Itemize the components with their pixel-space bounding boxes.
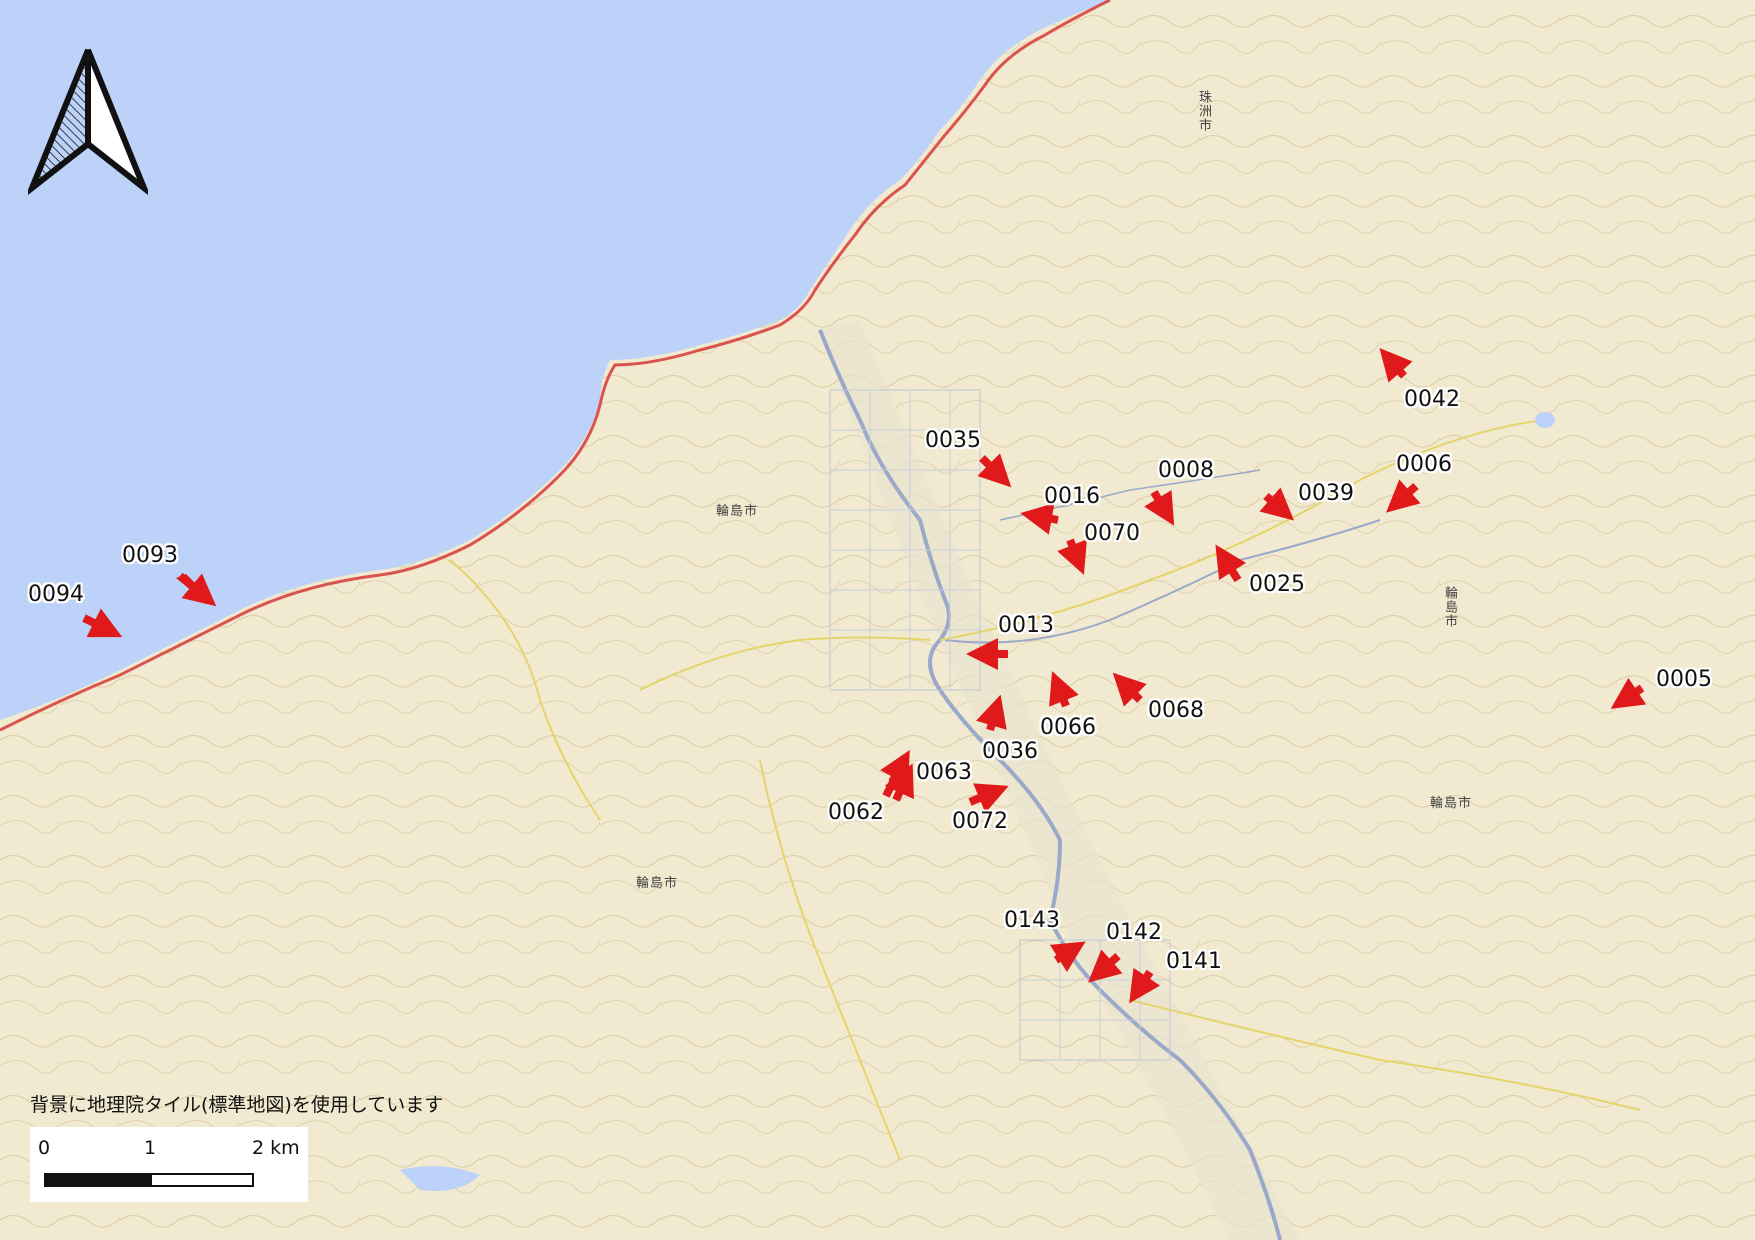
scale-segment-filled xyxy=(44,1173,150,1187)
scale-segment-empty xyxy=(150,1173,254,1187)
photo-label-0143: 0143 xyxy=(1004,908,1060,933)
place-label-suzu: 珠洲市 xyxy=(1196,90,1211,132)
scale-bar: 0 1 2 km xyxy=(30,1127,308,1202)
photo-label-0070: 0070 xyxy=(1084,521,1140,546)
photo-label-0008: 0008 xyxy=(1158,458,1214,483)
photo-label-0063: 0063 xyxy=(916,760,972,785)
photo-label-0035: 0035 xyxy=(925,428,981,453)
photo-label-0094: 0094 xyxy=(28,582,84,607)
photo-marker-0016 xyxy=(1020,503,1059,535)
photo-label-0093: 0093 xyxy=(122,543,178,568)
photo-label-0013: 0013 xyxy=(998,613,1054,638)
photo-label-0042: 0042 xyxy=(1404,387,1460,412)
photo-label-0006: 0006 xyxy=(1396,452,1452,477)
scale-tick-1: 1 xyxy=(144,1137,157,1159)
photo-label-0005: 0005 xyxy=(1656,667,1712,692)
photo-label-0039: 0039 xyxy=(1298,481,1354,506)
photo-label-0141: 0141 xyxy=(1166,949,1222,974)
place-label-wajima: 輪島市 xyxy=(1430,796,1473,811)
north-arrow-icon xyxy=(28,48,148,195)
map-canvas[interactable]: 輪島市 輪島市 輪島市 輪島市 珠洲市 0093 0094 0035 0016 … xyxy=(0,0,1755,1240)
place-label-wajima: 輪島市 xyxy=(636,876,679,891)
place-label-wajima: 輪島市 xyxy=(1442,586,1457,628)
scale-tick-0: 0 xyxy=(38,1137,51,1159)
topographic-basemap xyxy=(0,0,1755,1240)
photo-label-0142: 0142 xyxy=(1106,920,1162,945)
map-attribution: 背景に地理院タイル(標準地図)を使用しています xyxy=(30,1094,444,1116)
photo-label-0016: 0016 xyxy=(1044,484,1100,509)
photo-label-0025: 0025 xyxy=(1249,572,1305,597)
place-label-wajima: 輪島市 xyxy=(716,504,759,519)
photo-label-0036: 0036 xyxy=(982,739,1038,764)
scale-tick-2: 2 km xyxy=(252,1137,300,1159)
photo-label-0062: 0062 xyxy=(828,800,884,825)
photo-label-0072: 0072 xyxy=(952,809,1008,834)
photo-label-0068: 0068 xyxy=(1148,698,1204,723)
photo-label-0066: 0066 xyxy=(1040,715,1096,740)
